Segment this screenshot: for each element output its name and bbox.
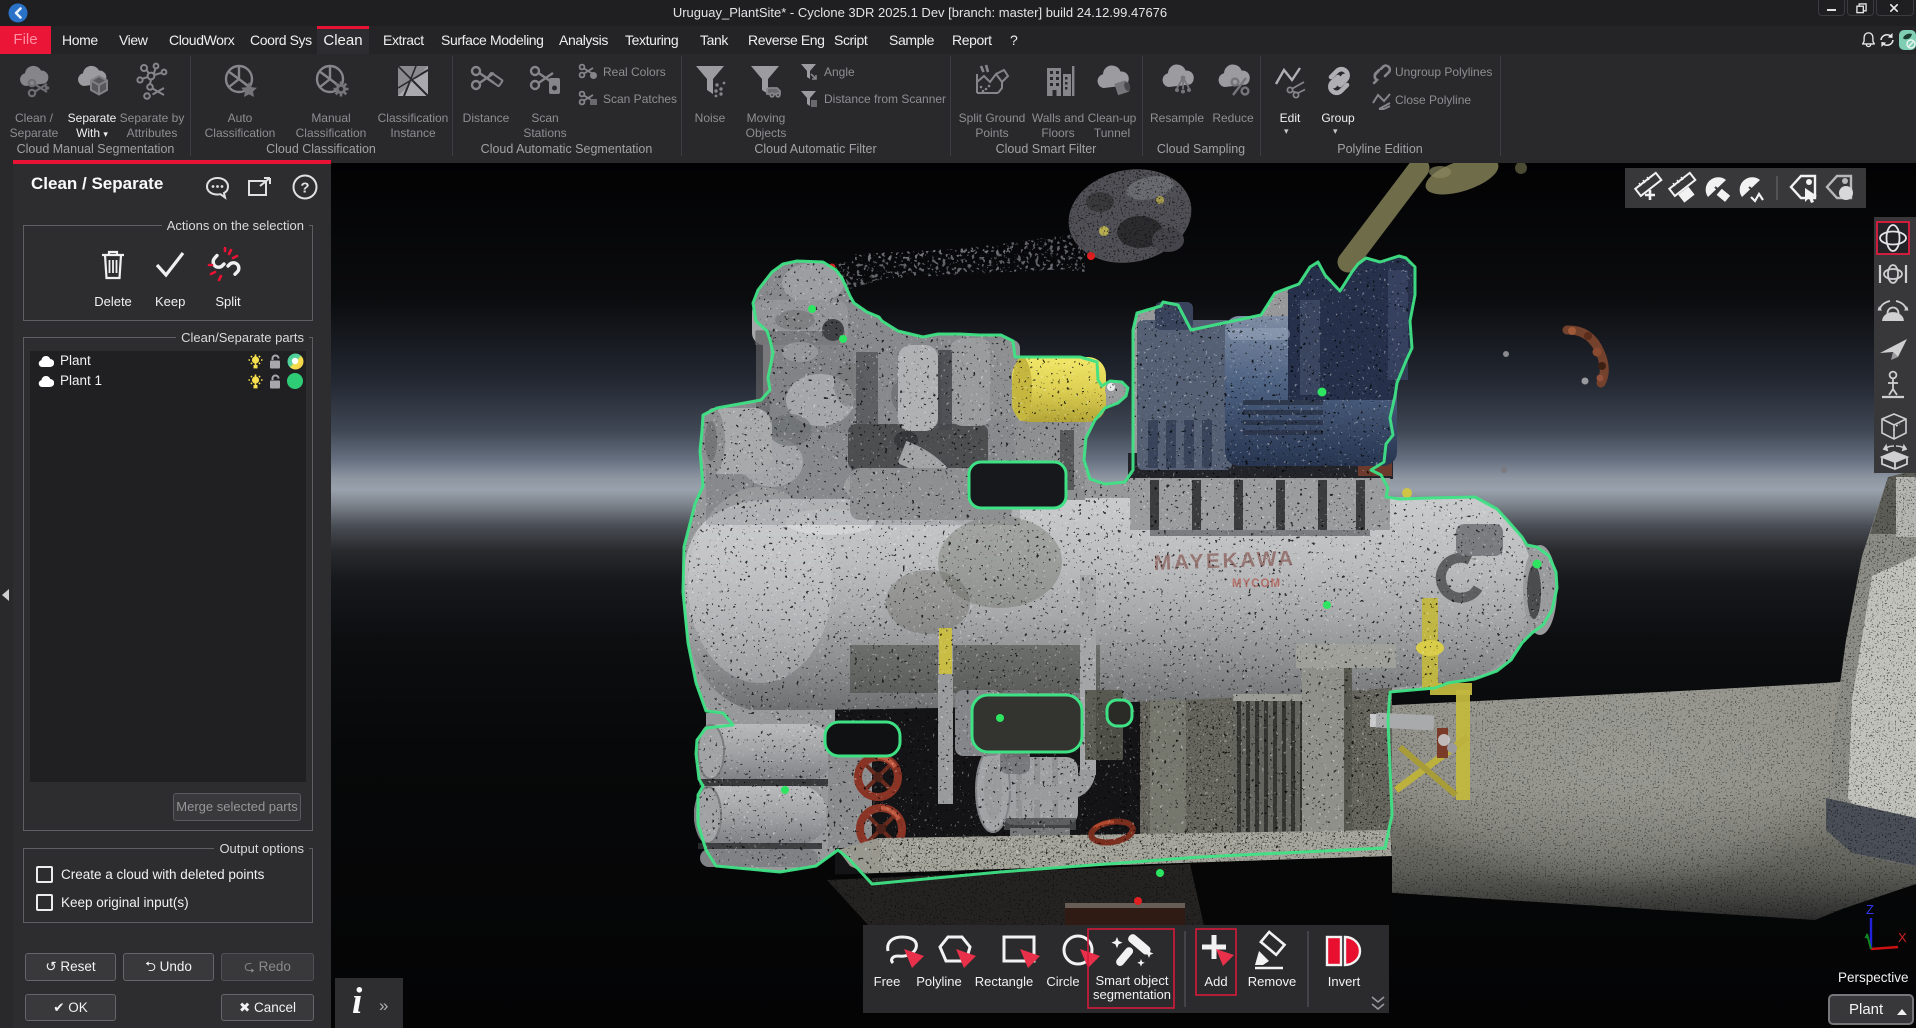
svg-text:X: X <box>1898 930 1907 945</box>
svg-text:Z: Z <box>1866 902 1874 917</box>
svg-text:?: ? <box>300 180 309 197</box>
